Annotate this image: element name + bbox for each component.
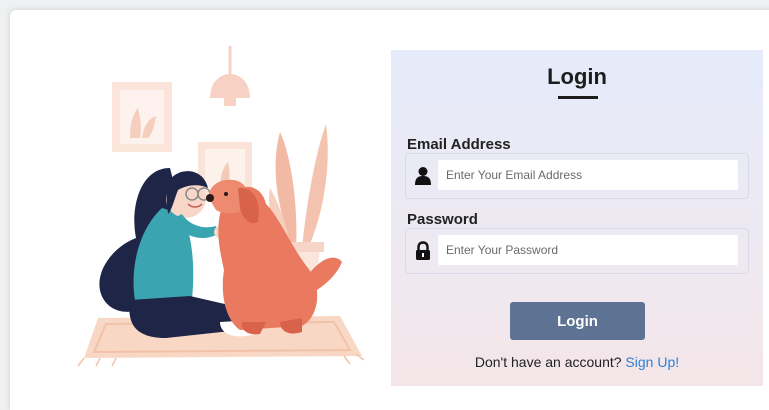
password-field-group bbox=[405, 228, 749, 274]
signup-prompt: Don't have an account? bbox=[474, 354, 622, 370]
password-input[interactable] bbox=[438, 235, 738, 265]
password-label: Password bbox=[407, 211, 478, 228]
signup-link[interactable]: Sign Up! bbox=[625, 354, 679, 370]
title-underline bbox=[558, 96, 598, 99]
login-title: Login bbox=[547, 64, 607, 89]
login-panel: Login Email Address Password Login Don't… bbox=[391, 50, 763, 386]
lock-icon bbox=[416, 241, 430, 260]
pendant-lamp-icon bbox=[210, 46, 250, 106]
login-button[interactable]: Login bbox=[510, 302, 645, 340]
email-field-group bbox=[405, 153, 749, 199]
user-icon bbox=[415, 167, 431, 185]
login-card: Login Email Address Password Login Don't… bbox=[10, 10, 769, 410]
email-input[interactable] bbox=[438, 160, 738, 190]
email-label: Email Address bbox=[407, 136, 511, 153]
signup-row: Don't have an account? Sign Up! bbox=[391, 354, 763, 370]
woman-with-dog-illustration bbox=[77, 46, 365, 367]
picture-frame-left-icon bbox=[112, 82, 172, 152]
